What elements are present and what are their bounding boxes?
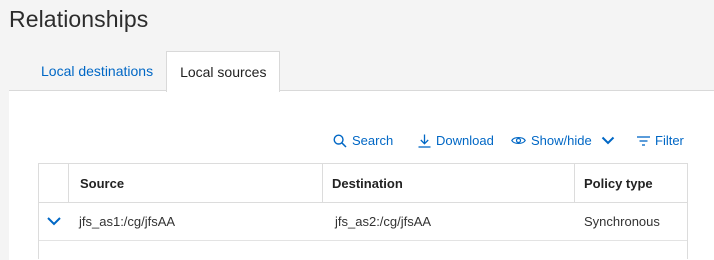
page-title: Relationships [9,6,149,32]
chevron-down-icon [601,136,614,145]
download-icon [418,134,431,148]
table-header-row: Source Destination Policy type [39,164,687,203]
eye-icon [511,136,526,145]
expand-chevron-icon[interactable] [46,213,62,229]
table-row[interactable]: jfs_as1:/cg/jfsAA jfs_as2:/cg/jfsAA Sync… [39,202,687,241]
cell-source: jfs_as1:/cg/jfsAA [79,213,176,229]
cell-policy-type: Synchronous [584,213,660,229]
download-button[interactable]: Download [418,133,494,148]
filter-label: Filter [655,133,684,148]
filter-button[interactable]: Filter [637,133,684,148]
search-button[interactable]: Search [333,133,393,148]
column-header-destination[interactable]: Destination [332,164,403,202]
tab-local-destinations[interactable]: Local destinations [28,51,166,91]
table-toolbar: Search Download Show/hide Filter [0,133,714,153]
download-label: Download [436,133,494,148]
column-divider [68,164,69,202]
relationships-table: Source Destination Policy type jfs_as1:/… [38,163,688,259]
show-hide-button[interactable]: Show/hide [511,133,615,148]
search-icon [333,133,347,148]
show-hide-label: Show/hide [531,133,592,148]
column-divider [574,164,575,202]
tab-bar: Local destinations Local sources [28,51,281,92]
column-header-source[interactable]: Source [80,164,124,202]
filter-icon [637,135,650,146]
search-label: Search [352,133,394,148]
tab-local-sources[interactable]: Local sources [166,51,281,92]
cell-destination: jfs_as2:/cg/jfsAA [335,213,432,229]
column-divider [322,164,323,202]
column-header-policy-type[interactable]: Policy type [584,164,653,202]
